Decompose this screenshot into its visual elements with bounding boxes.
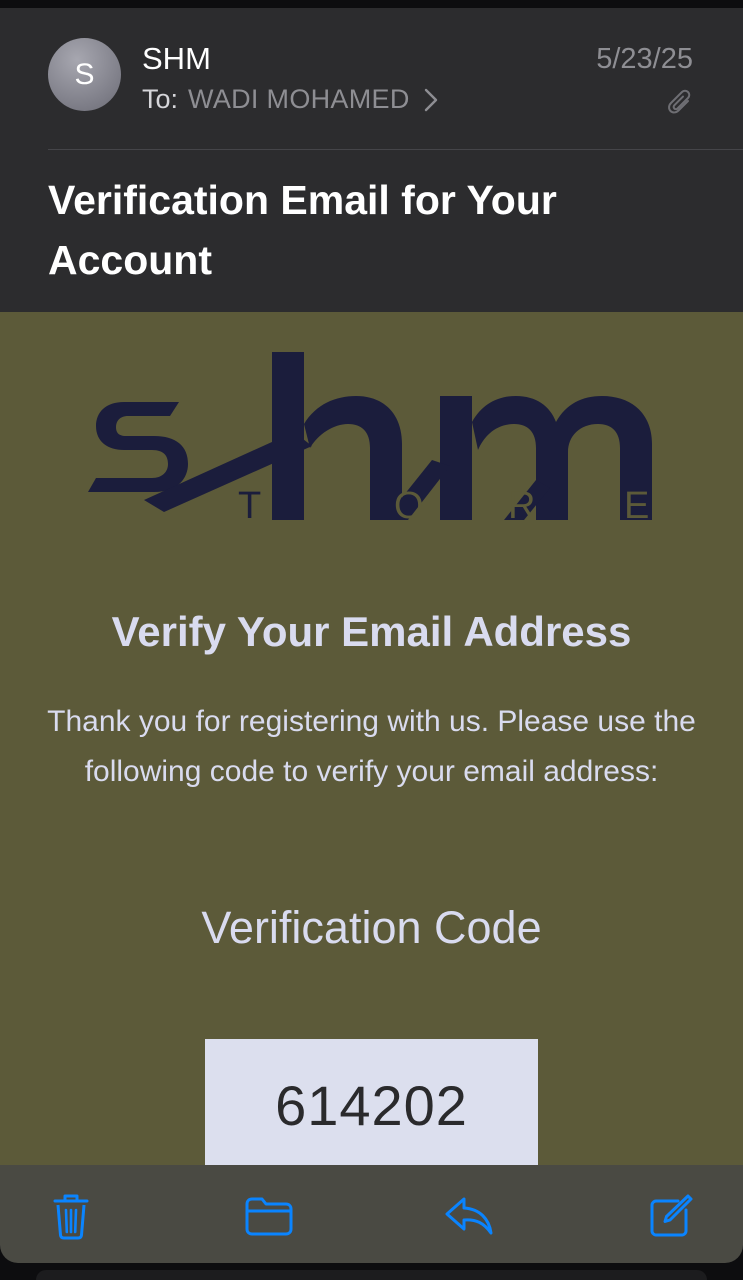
status-strip xyxy=(0,0,743,8)
message-header: S SHM To: WADI MOHAMED 5/23/25 Verificat… xyxy=(0,8,743,312)
shm-store-logo: T O R E xyxy=(88,352,652,527)
svg-text:R: R xyxy=(508,485,535,527)
avatar-initial: S xyxy=(74,57,95,91)
sender-avatar[interactable]: S xyxy=(48,38,121,111)
code-label: Verification Code xyxy=(201,902,542,953)
sender-name[interactable]: SHM xyxy=(142,41,211,77)
header-divider xyxy=(48,149,743,150)
svg-text:T: T xyxy=(238,485,261,527)
mail-toolbar xyxy=(0,1165,743,1263)
recipient-name[interactable]: WADI MOHAMED xyxy=(188,84,410,115)
message-date: 5/23/25 xyxy=(596,43,693,75)
move-to-folder-button[interactable] xyxy=(244,1191,294,1241)
compose-icon xyxy=(650,1194,693,1237)
reply-button[interactable] xyxy=(444,1191,494,1241)
to-label: To: xyxy=(142,84,179,114)
verification-code[interactable]: 614202 xyxy=(275,1073,468,1169)
paperclip-icon xyxy=(668,89,691,114)
verify-heading: Verify Your Email Address xyxy=(111,608,632,655)
compose-button[interactable] xyxy=(646,1191,696,1241)
chevron-right-icon[interactable] xyxy=(424,88,438,112)
verification-code-box: 614202 xyxy=(205,1039,538,1169)
email-body: T O R E Verify Your Email Address Thank … xyxy=(0,312,743,1169)
svg-text:O: O xyxy=(394,485,424,527)
svg-text:E: E xyxy=(624,485,649,527)
trash-button[interactable] xyxy=(46,1191,96,1241)
verify-message: Thank you for registering with us. Pleas… xyxy=(47,705,696,788)
home-indicator-panel xyxy=(36,1270,707,1280)
trash-icon xyxy=(53,1194,89,1240)
folder-icon xyxy=(245,1197,293,1236)
recipient-row[interactable]: To: WADI MOHAMED xyxy=(142,84,438,115)
email-subject: Verification Email for Your Account xyxy=(48,177,557,283)
reply-icon xyxy=(445,1197,493,1235)
